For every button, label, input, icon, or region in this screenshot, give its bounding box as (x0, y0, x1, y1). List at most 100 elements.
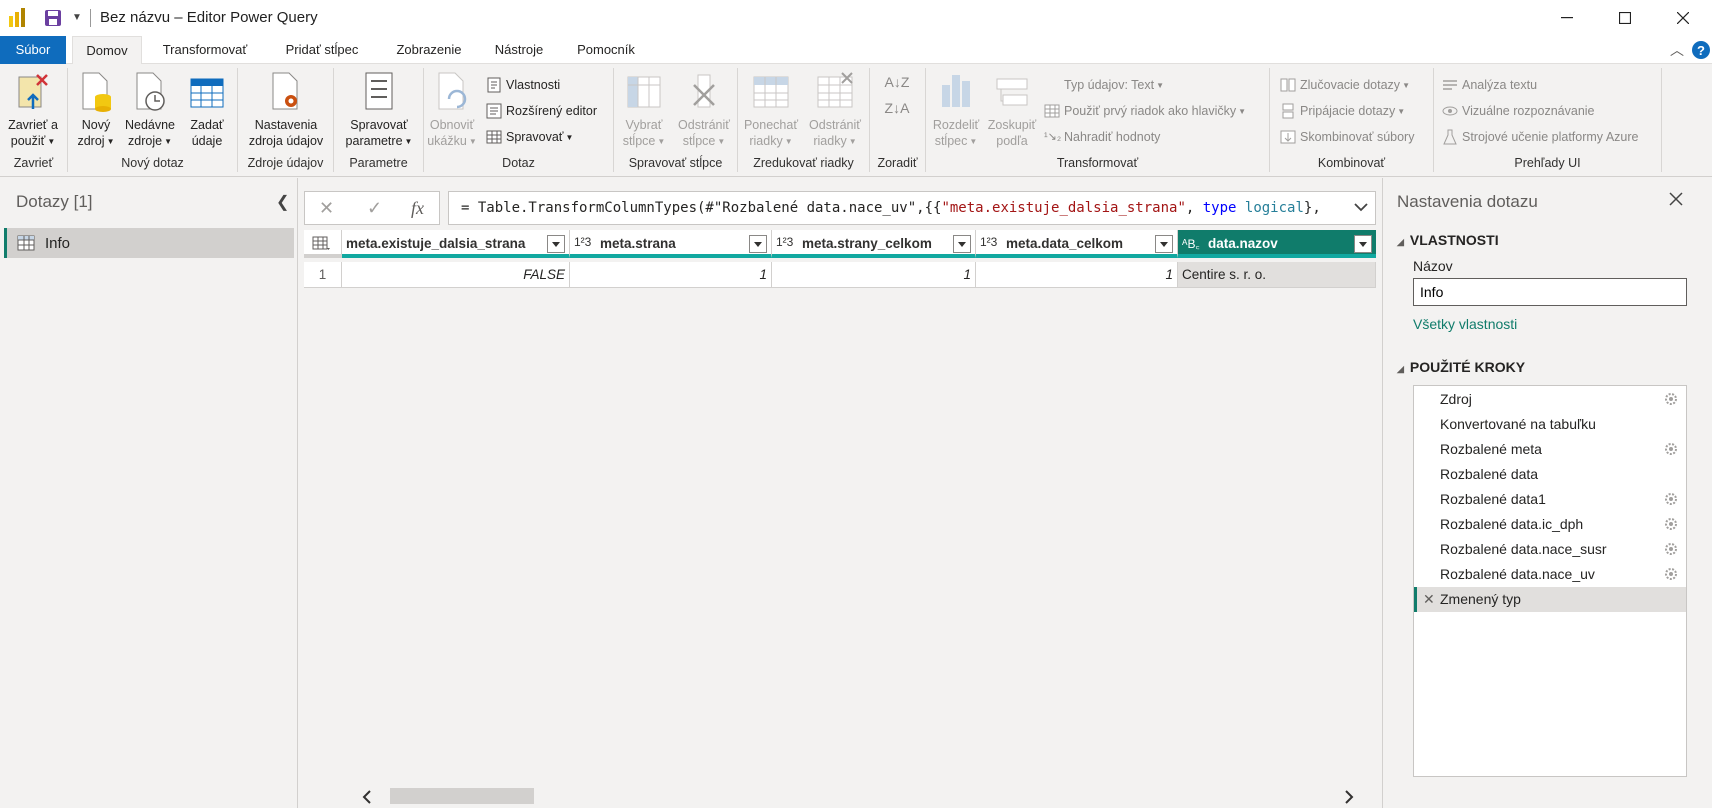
refresh-preview-button[interactable]: Obnoviť ukážku ▼ (426, 68, 478, 150)
flask-icon (1443, 129, 1457, 145)
manage-parameters-button[interactable]: Spravovať parametre ▼ (338, 68, 420, 150)
cancel-formula-icon[interactable]: ✕ (319, 198, 334, 219)
manage-query-button[interactable]: Spravovať ▼ (484, 126, 573, 148)
sort-ascending-button[interactable]: A↓Z (882, 72, 912, 92)
merge-queries-button[interactable]: Zlučovacie dotazy ▼ (1278, 74, 1410, 96)
data-type-dropdown[interactable]: Typ údajov: Text ▼ (1042, 74, 1164, 96)
text-type-icon[interactable]: ᴬB꜀ (1182, 235, 1200, 252)
all-properties-link[interactable]: Všetky vlastnosti (1413, 316, 1517, 332)
keep-rows-button[interactable]: Ponechať riadky ▼ (740, 68, 802, 150)
tab-help[interactable]: Pomocník (566, 36, 646, 64)
horizontal-scrollbar[interactable] (352, 786, 1362, 806)
gear-icon[interactable] (1664, 442, 1678, 456)
vision-button[interactable]: Vizuálne rozpoznávanie (1440, 100, 1595, 122)
step-item[interactable]: Rozbalené data.nace_uv (1414, 562, 1686, 587)
replace-values-button[interactable]: ¹↘₂ Nahradiť hodnoty (1042, 126, 1160, 148)
query-name-input[interactable] (1413, 278, 1687, 306)
tab-add-column[interactable]: Pridať stĺpec (272, 36, 372, 64)
table-cell[interactable]: 1 (570, 262, 772, 288)
enter-data-button[interactable]: Zadať údaje (182, 68, 232, 149)
step-item[interactable]: Rozbalené data1 (1414, 487, 1686, 512)
properties-section-title[interactable]: ◢ VLASTNOSTI (1397, 232, 1499, 248)
tab-transform[interactable]: Transformovať (150, 36, 260, 64)
table-cell[interactable]: Centire s. r. o. (1178, 262, 1376, 288)
scrollbar-thumb[interactable] (390, 788, 534, 804)
column-header[interactable]: 1²3 meta.data_celkom (976, 230, 1178, 258)
number-type-icon[interactable]: 1²3 (574, 235, 591, 249)
filter-dropdown-icon[interactable] (1155, 235, 1173, 253)
minimize-icon (1561, 17, 1573, 19)
use-first-row-headers-button[interactable]: Použiť prvý riadok ako hlavičky ▼ (1042, 100, 1246, 122)
properties-button[interactable]: Vlastnosti (484, 74, 560, 96)
tab-view[interactable]: Zobrazenie (384, 36, 474, 64)
collapse-pane-icon[interactable]: ❮ (276, 192, 289, 212)
gear-icon[interactable] (1664, 542, 1678, 556)
filter-dropdown-icon[interactable] (547, 235, 565, 253)
expand-formula-icon[interactable] (1354, 202, 1368, 212)
step-item[interactable]: Rozbalené data.nace_susr (1414, 537, 1686, 562)
tab-tools[interactable]: Nástroje (484, 36, 554, 64)
azure-ml-button[interactable]: Strojové učenie platformy Azure (1440, 126, 1638, 148)
function-icon[interactable]: fx (411, 198, 424, 219)
chevron-down-icon: ▼ (1156, 80, 1165, 90)
maximize-button[interactable] (1596, 0, 1654, 36)
delete-step-icon[interactable]: ✕ (1423, 587, 1435, 612)
group-by-button[interactable]: Zoskupiť podľa (984, 68, 1040, 149)
save-icon[interactable] (44, 9, 62, 27)
collapse-ribbon-icon[interactable]: ︿ (1670, 40, 1684, 60)
step-item[interactable]: Rozbalené data (1414, 462, 1686, 487)
step-item[interactable]: Konvertované na tabuľku (1414, 412, 1686, 437)
filter-dropdown-icon[interactable] (749, 235, 767, 253)
combine-files-button[interactable]: Skombinovať súbory (1278, 126, 1414, 148)
remove-columns-button[interactable]: Odstrániť stĺpce ▼ (674, 68, 734, 150)
choose-columns-button[interactable]: Vybrať stĺpce ▼ (616, 68, 672, 150)
advanced-editor-button[interactable]: Rozšírený editor (484, 100, 597, 122)
split-column-button[interactable]: Rozdeliť stĺpec ▼ (930, 68, 982, 150)
gear-icon[interactable] (1664, 567, 1678, 581)
chevron-down-icon: ▼ (106, 136, 115, 146)
new-source-button[interactable]: Nový zdroj ▼ (74, 68, 118, 150)
gear-icon[interactable] (1664, 392, 1678, 406)
step-item[interactable]: Rozbalené data.ic_dph (1414, 512, 1686, 537)
minimize-button[interactable] (1538, 0, 1596, 36)
group-sort: A↓Z Z↓A Zoradiť (870, 68, 926, 172)
close-icon[interactable] (1669, 192, 1683, 206)
number-type-icon[interactable]: 1²3 (776, 235, 793, 249)
column-header-selected[interactable]: ᴬB꜀ data.nazov (1178, 230, 1376, 258)
query-item-info[interactable]: Info (4, 228, 294, 258)
scroll-right-icon[interactable] (1344, 790, 1354, 804)
table-cell[interactable]: 1 (976, 262, 1178, 288)
table-menu-header[interactable] (304, 230, 342, 258)
column-header[interactable]: meta.existuje_dalsia_strana (342, 230, 570, 258)
filter-dropdown-icon[interactable] (953, 235, 971, 253)
gear-icon[interactable] (1664, 517, 1678, 531)
close-apply-button[interactable]: Zavrieť a použiť ▼ (2, 68, 64, 150)
confirm-formula-icon[interactable]: ✓ (367, 198, 382, 219)
scroll-left-icon[interactable] (362, 790, 372, 804)
filter-dropdown-icon[interactable] (1354, 235, 1372, 253)
append-queries-button[interactable]: Pripájacie dotazy ▼ (1278, 100, 1405, 122)
step-item[interactable]: Rozbalené meta (1414, 437, 1686, 462)
help-icon[interactable]: ? (1692, 41, 1710, 59)
column-header[interactable]: 1²3 meta.strana (570, 230, 772, 258)
applied-steps-section-title[interactable]: ◢ POUŽITÉ KROKY (1397, 359, 1525, 375)
gear-icon[interactable] (1664, 492, 1678, 506)
formula-input[interactable]: = Table.TransformColumnTypes(#"Rozbalené… (448, 191, 1376, 225)
text-analytics-button[interactable]: Analýza textu (1440, 74, 1537, 96)
step-item[interactable]: Zdroj (1414, 387, 1686, 412)
remove-rows-button[interactable]: Odstrániť riadky ▼ (804, 68, 866, 150)
sort-descending-button[interactable]: Z↓A (882, 98, 912, 118)
tab-file[interactable]: Súbor (0, 36, 66, 64)
tab-home[interactable]: Domov (72, 36, 142, 65)
table-cell[interactable]: 1 (772, 262, 976, 288)
data-source-settings-button[interactable]: Nastavenia zdroja údajov (242, 68, 330, 149)
row-number[interactable]: 1 (304, 262, 342, 288)
table-cell[interactable]: FALSE (342, 262, 570, 288)
close-window-button[interactable] (1654, 0, 1712, 36)
column-header[interactable]: 1²3 meta.strany_celkom (772, 230, 976, 258)
step-item-selected[interactable]: ✕ Zmenený typ (1414, 587, 1686, 612)
recent-sources-button[interactable]: Nedávne zdroje ▼ (122, 68, 178, 150)
number-type-icon[interactable]: 1²3 (980, 235, 997, 249)
quick-access-dropdown-icon[interactable]: ▼ (72, 12, 82, 23)
query-settings-pane: Nastavenia dotazu ◢VLASTNOSTI Názov Všet… (1382, 178, 1712, 808)
